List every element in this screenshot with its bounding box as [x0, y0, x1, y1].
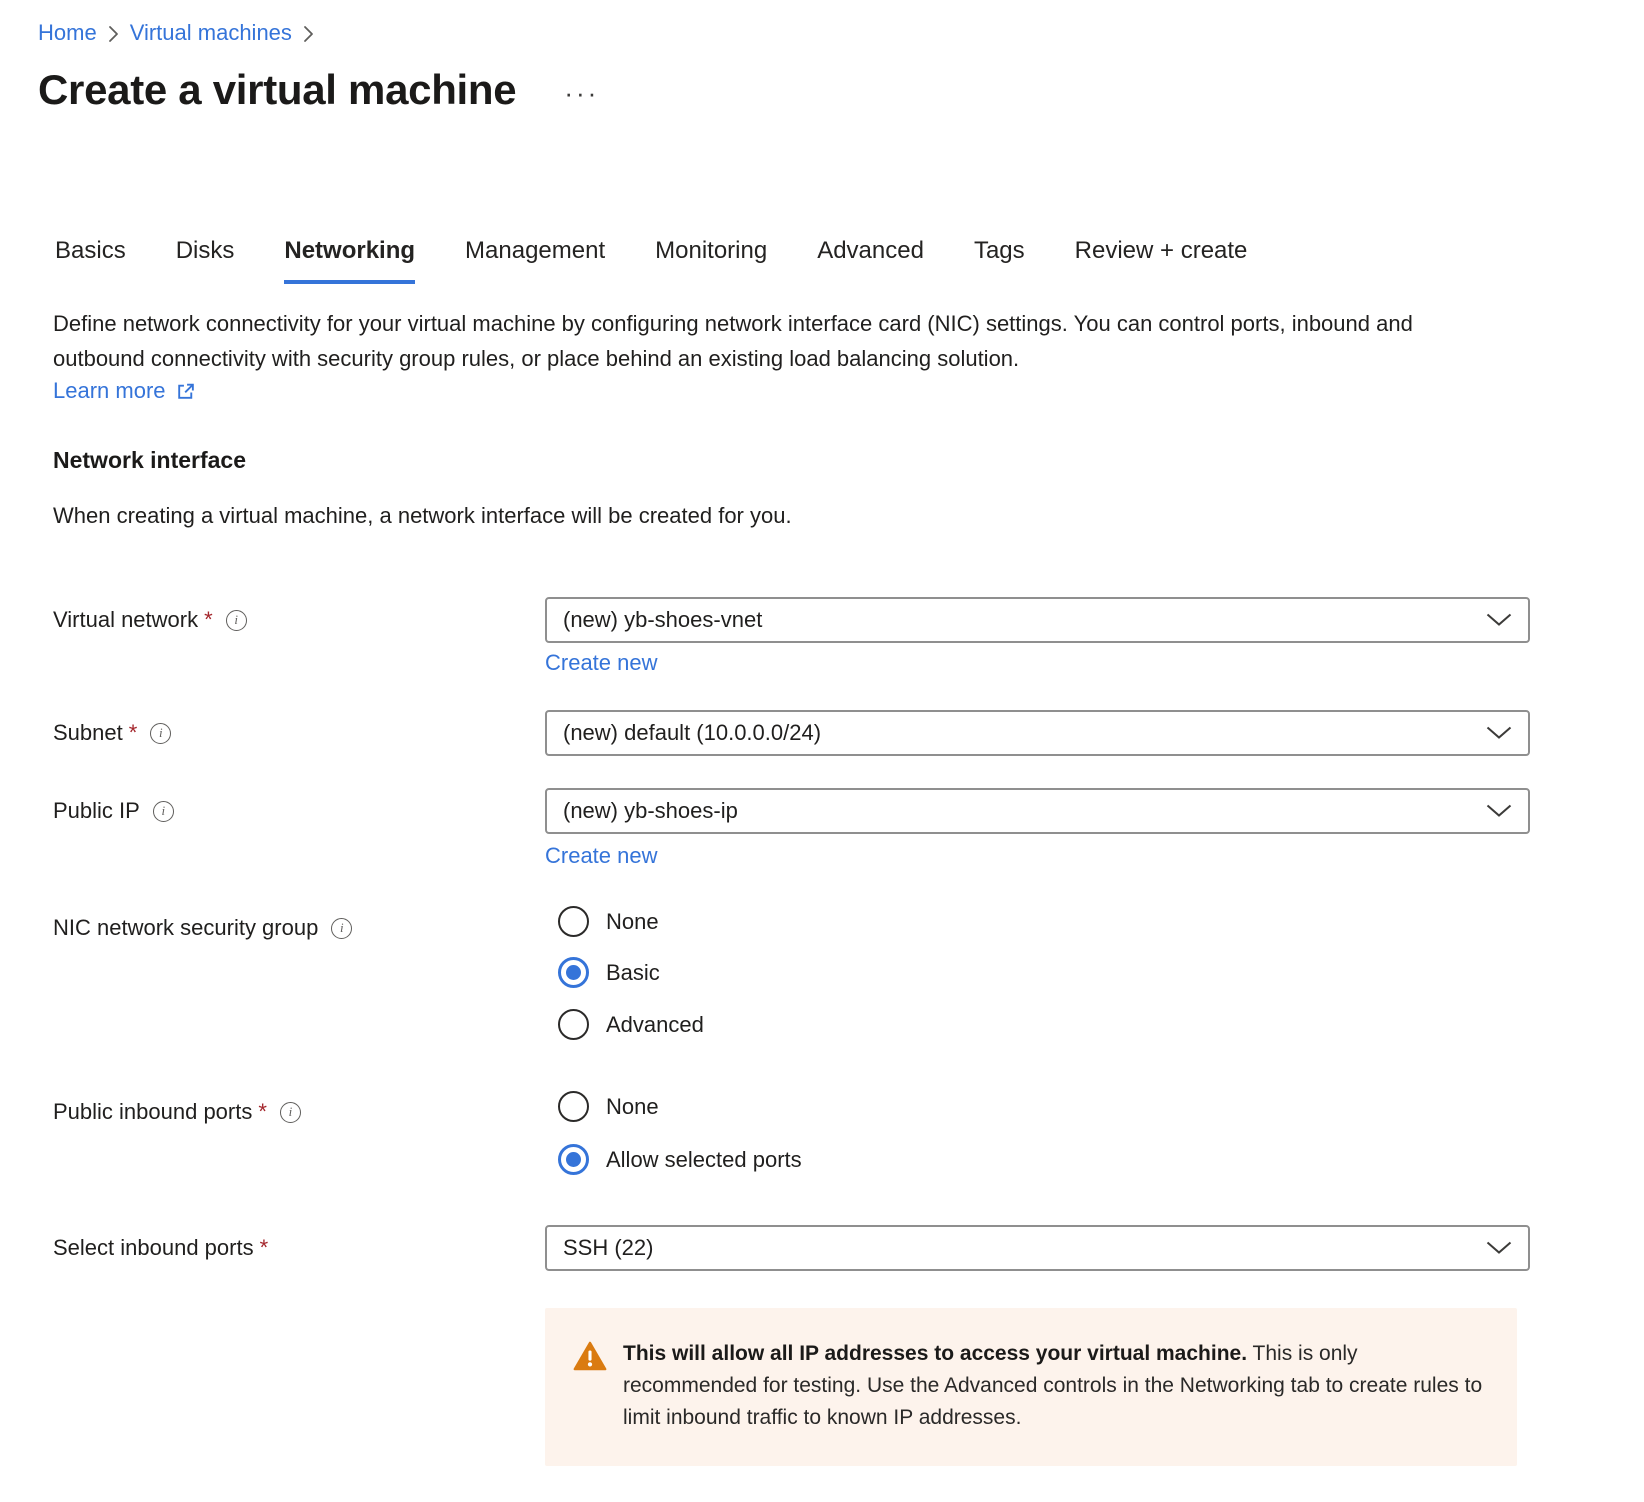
subnet-label-group: Subnet * i	[53, 720, 171, 746]
nic-nsg-radio-advanced[interactable]: Advanced	[558, 1009, 704, 1040]
tab-tags[interactable]: Tags	[974, 237, 1025, 284]
chevron-down-icon	[1486, 726, 1512, 740]
warning-text: This will allow all IP addresses to acce…	[623, 1338, 1489, 1434]
create-vm-page: Home Virtual machines Create a virtual m…	[0, 0, 1644, 1502]
tab-disks[interactable]: Disks	[176, 237, 235, 284]
breadcrumb-chevron-icon	[303, 25, 314, 43]
radio-label: None	[606, 1094, 659, 1120]
subnet-value: (new) default (10.0.0.0/24)	[563, 720, 821, 746]
tab-basics[interactable]: Basics	[55, 237, 126, 284]
title-row: Create a virtual machine ···	[38, 66, 599, 114]
required-asterisk: *	[258, 1099, 267, 1125]
public-inbound-ports-label: Public inbound ports	[53, 1099, 252, 1125]
radio-label: Allow selected ports	[606, 1147, 802, 1173]
section-description: When creating a virtual machine, a netwo…	[53, 503, 792, 529]
required-asterisk: *	[204, 607, 213, 633]
radio-label: Advanced	[606, 1012, 704, 1038]
info-icon[interactable]: i	[150, 723, 171, 744]
radio-selected-icon	[558, 957, 589, 988]
nic-nsg-label: NIC network security group	[53, 915, 318, 941]
virtual-network-value: (new) yb-shoes-vnet	[563, 607, 762, 633]
public-inbound-radio-none[interactable]: None	[558, 1091, 802, 1122]
breadcrumb-link-home[interactable]: Home	[38, 20, 97, 46]
virtual-network-select[interactable]: (new) yb-shoes-vnet	[545, 597, 1530, 643]
tab-monitoring[interactable]: Monitoring	[655, 237, 767, 284]
learn-more-label: Learn more	[53, 378, 166, 404]
chevron-down-icon	[1486, 1241, 1512, 1255]
tab-management[interactable]: Management	[465, 237, 605, 284]
warning-banner: This will allow all IP addresses to acce…	[545, 1308, 1517, 1466]
tab-review-create[interactable]: Review + create	[1075, 237, 1248, 284]
required-asterisk: *	[260, 1235, 269, 1261]
info-icon[interactable]: i	[280, 1102, 301, 1123]
select-inbound-ports-value: SSH (22)	[563, 1235, 653, 1261]
nic-nsg-radio-none[interactable]: None	[558, 906, 704, 937]
public-inbound-ports-label-group: Public inbound ports * i	[53, 1099, 301, 1125]
select-inbound-ports-select[interactable]: SSH (22)	[545, 1225, 1530, 1271]
info-icon[interactable]: i	[226, 610, 247, 631]
warning-icon	[573, 1341, 607, 1371]
create-new-public-ip-link[interactable]: Create new	[545, 843, 658, 869]
radio-label: Basic	[606, 960, 660, 986]
public-ip-value: (new) yb-shoes-ip	[563, 798, 738, 824]
info-icon[interactable]: i	[153, 801, 174, 822]
nic-nsg-label-group: NIC network security group i	[53, 915, 352, 941]
subnet-select[interactable]: (new) default (10.0.0.0/24)	[545, 710, 1530, 756]
chevron-down-icon	[1486, 613, 1512, 627]
public-inbound-ports-radio-group: None Allow selected ports	[558, 1091, 802, 1175]
radio-circle-icon	[558, 906, 589, 937]
radio-label: None	[606, 909, 659, 935]
intro-text: Define network connectivity for your vir…	[53, 306, 1488, 376]
public-inbound-radio-allow-selected-ports[interactable]: Allow selected ports	[558, 1144, 802, 1175]
breadcrumb-link-virtual-machines[interactable]: Virtual machines	[130, 20, 292, 46]
breadcrumb: Home Virtual machines	[38, 20, 314, 46]
info-icon[interactable]: i	[331, 918, 352, 939]
warning-text-bold: This will allow all IP addresses to acce…	[623, 1342, 1247, 1365]
public-ip-label: Public IP	[53, 798, 140, 824]
chevron-down-icon	[1486, 804, 1512, 818]
tab-networking[interactable]: Networking	[284, 237, 415, 284]
subnet-label: Subnet	[53, 720, 123, 746]
section-heading-network-interface: Network interface	[53, 447, 246, 474]
learn-more-link[interactable]: Learn more	[53, 378, 196, 404]
external-link-icon	[175, 381, 196, 402]
radio-selected-icon	[558, 1144, 589, 1175]
required-asterisk: *	[129, 720, 138, 746]
radio-circle-icon	[558, 1009, 589, 1040]
tab-bar: Basics Disks Networking Management Monit…	[55, 237, 1247, 284]
tab-advanced[interactable]: Advanced	[817, 237, 924, 284]
breadcrumb-chevron-icon	[108, 25, 119, 43]
virtual-network-label: Virtual network	[53, 607, 198, 633]
create-new-vnet-link[interactable]: Create new	[545, 650, 658, 676]
page-title: Create a virtual machine	[38, 66, 516, 114]
nic-nsg-radio-basic[interactable]: Basic	[558, 957, 704, 988]
public-ip-select[interactable]: (new) yb-shoes-ip	[545, 788, 1530, 834]
radio-circle-icon	[558, 1091, 589, 1122]
nic-nsg-radio-group: None Basic Advanced	[558, 906, 704, 1040]
virtual-network-label-group: Virtual network * i	[53, 607, 247, 633]
select-inbound-ports-label: Select inbound ports	[53, 1235, 254, 1261]
public-ip-label-group: Public IP i	[53, 798, 174, 824]
more-options-ellipsis[interactable]: ···	[564, 80, 599, 106]
select-inbound-ports-label-group: Select inbound ports *	[53, 1235, 268, 1261]
